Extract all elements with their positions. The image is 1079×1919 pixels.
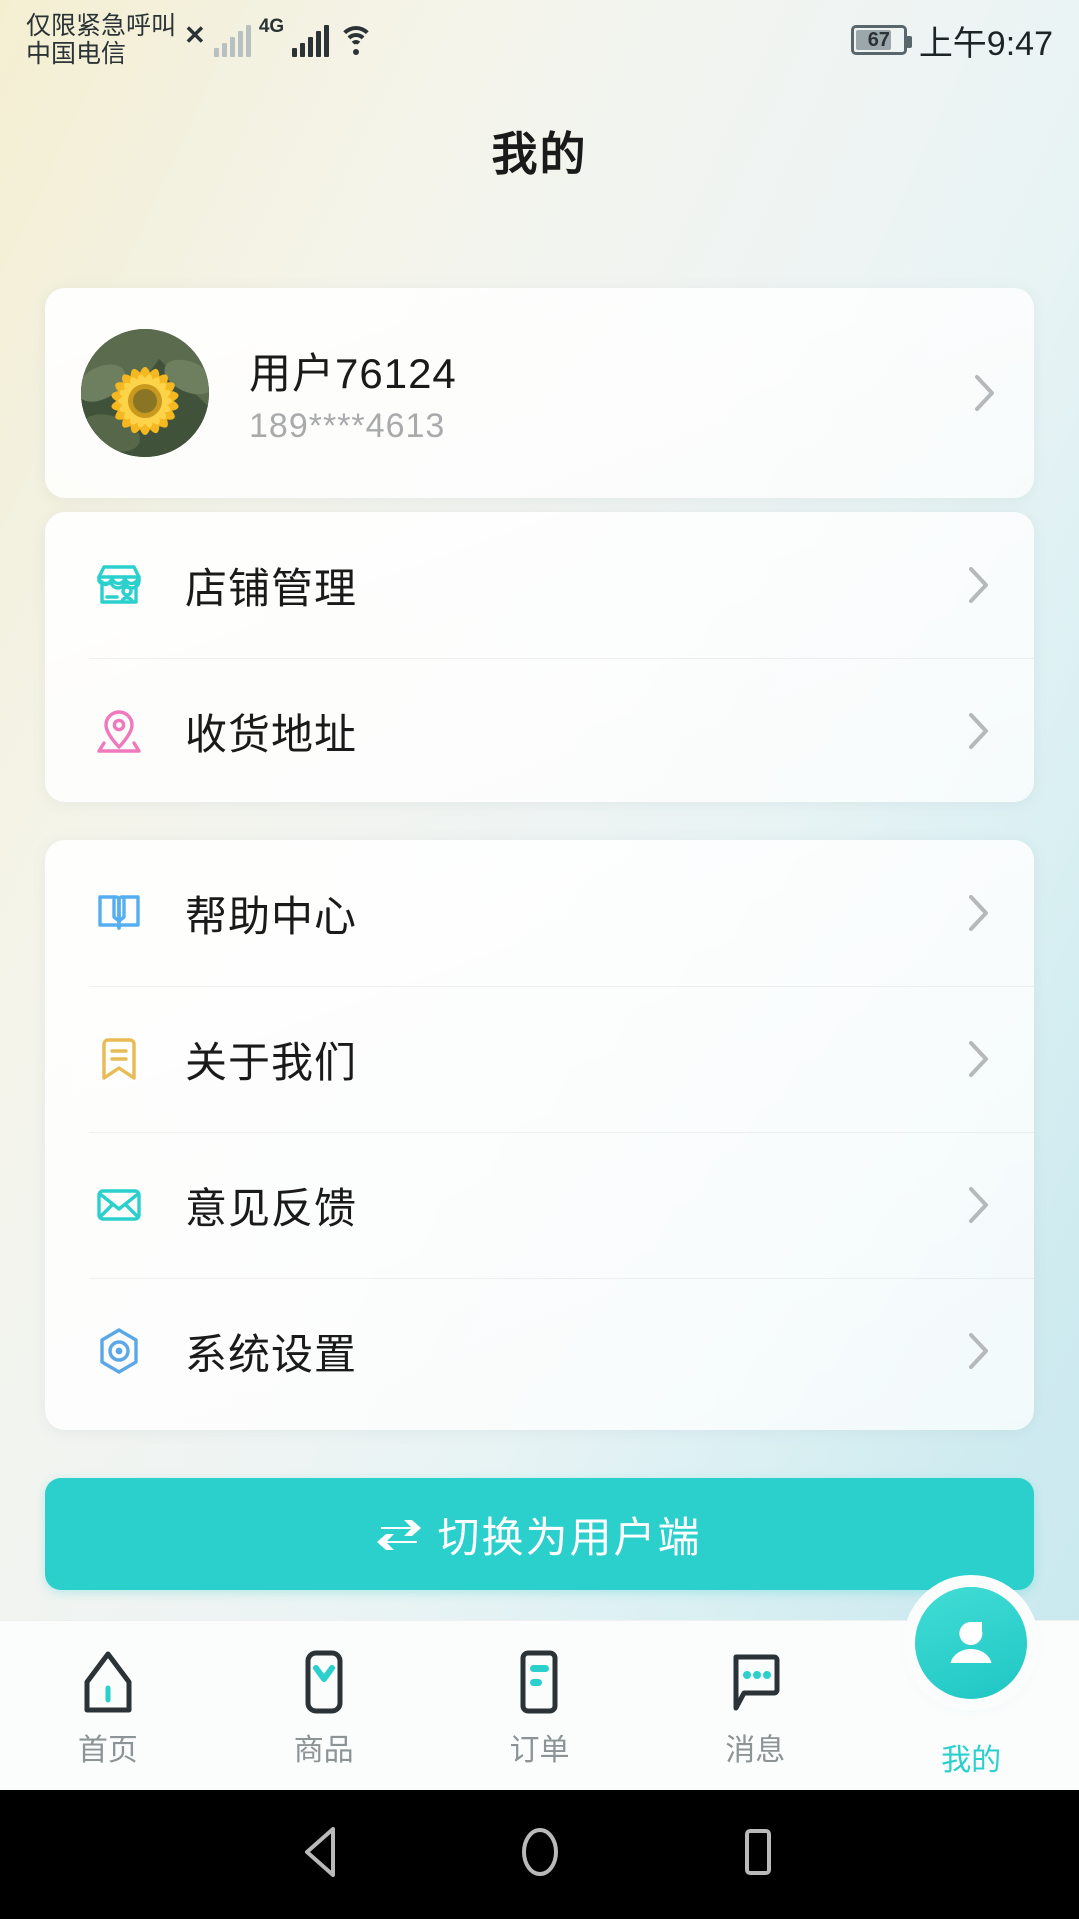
chevron-right-icon xyxy=(968,1186,990,1224)
product-icon xyxy=(295,1643,353,1721)
recents-square-icon[interactable] xyxy=(735,1824,781,1885)
app-screen: 仅限紧急呼叫 中国电信 ✕ 4G 67 上午9:47 我的 用户76124 18… xyxy=(0,0,1079,1919)
menu-item-system-settings[interactable]: 系统设置 xyxy=(45,1278,1034,1424)
nav-item-products[interactable]: 商品 xyxy=(216,1621,432,1769)
network-type-label: 4G xyxy=(258,16,285,37)
status-bar-right: 67 上午9:47 xyxy=(850,16,1053,65)
clock-label: 上午9:47 xyxy=(918,24,1053,63)
nav-item-messages[interactable]: 消息 xyxy=(647,1621,863,1769)
chevron-right-icon xyxy=(968,894,990,932)
user-phone: 189****4613 xyxy=(249,407,446,445)
menu-item-shipping-address[interactable]: 收货地址 xyxy=(45,658,1034,802)
menu-item-store-management[interactable]: 店铺管理 xyxy=(45,512,1034,658)
swap-arrows-icon xyxy=(377,1514,422,1554)
menu-card-store: 店铺管理 收货地址 xyxy=(45,512,1034,802)
nav-item-profile[interactable]: 我的 xyxy=(863,1587,1079,1779)
switch-button-label: 切换为用户端 xyxy=(437,1513,702,1561)
nav-label: 商品 xyxy=(293,1734,354,1767)
chevron-right-icon xyxy=(968,1040,990,1078)
bottom-navigation-bar: 首页 商品 订单 消息 我的 xyxy=(0,1587,1079,1790)
back-triangle-icon[interactable] xyxy=(299,1824,345,1885)
menu-item-feedback[interactable]: 意见反馈 xyxy=(45,1132,1034,1278)
status-bar-left: 仅限紧急呼叫 中国电信 ✕ 4G xyxy=(26,12,375,68)
nav-item-home[interactable]: 首页 xyxy=(0,1621,216,1769)
chevron-right-icon xyxy=(974,374,996,412)
nav-label: 订单 xyxy=(509,1734,570,1767)
sim-no-service-icon: ✕ xyxy=(184,20,206,50)
chevron-right-icon xyxy=(968,712,990,750)
open-book-icon xyxy=(89,883,149,943)
envelope-icon xyxy=(89,1175,149,1235)
menu-label: 店铺管理 xyxy=(185,564,358,612)
battery-icon: 67 xyxy=(850,25,912,55)
page-title: 我的 xyxy=(491,128,588,180)
storefront-icon xyxy=(89,555,149,615)
wifi-icon xyxy=(337,24,375,56)
user-name: 用户76124 xyxy=(249,350,457,397)
menu-label: 帮助中心 xyxy=(185,892,358,940)
carrier-name-text: 中国电信 xyxy=(26,40,127,68)
menu-item-about-us[interactable]: 关于我们 xyxy=(45,986,1034,1132)
hexagon-gear-icon xyxy=(89,1321,149,1381)
signal-bars-sim1-icon xyxy=(213,23,251,57)
status-bar: 仅限紧急呼叫 中国电信 ✕ 4G 67 上午9:47 xyxy=(0,0,1079,80)
profile-card: 用户76124 189****4613 xyxy=(45,288,1034,498)
profile-row[interactable]: 用户76124 189****4613 xyxy=(45,288,1034,498)
person-icon xyxy=(915,1587,1028,1699)
location-pin-icon xyxy=(89,701,149,761)
android-system-nav xyxy=(0,1790,1079,1919)
emergency-calls-only-text: 仅限紧急呼叫 xyxy=(26,12,177,40)
bookmark-icon xyxy=(89,1029,149,1089)
message-bubble-icon xyxy=(724,1643,786,1721)
chevron-right-icon xyxy=(968,1332,990,1370)
menu-label: 收货地址 xyxy=(185,710,358,758)
nav-label: 首页 xyxy=(77,1734,138,1767)
profile-text: 用户76124 189****4613 xyxy=(249,340,1000,446)
order-list-icon xyxy=(510,1643,568,1721)
menu-item-help-center[interactable]: 帮助中心 xyxy=(45,840,1034,986)
home-icon xyxy=(77,1643,139,1721)
signal-bars-sim2-icon xyxy=(292,23,330,57)
avatar[interactable] xyxy=(81,329,209,457)
battery-percent-label: 67 xyxy=(867,28,890,51)
nav-label: 消息 xyxy=(725,1734,786,1767)
menu-label: 系统设置 xyxy=(185,1330,358,1378)
menu-label: 关于我们 xyxy=(185,1038,358,1086)
home-circle-icon[interactable] xyxy=(515,1824,565,1885)
switch-to-customer-button[interactable]: 切换为用户端 xyxy=(45,1478,1034,1590)
nav-label: 我的 xyxy=(941,1744,1002,1777)
menu-label: 意见反馈 xyxy=(185,1184,358,1232)
nav-item-orders[interactable]: 订单 xyxy=(432,1621,648,1769)
menu-card-general: 帮助中心 关于我们 意见反馈 系统设置 xyxy=(45,840,1034,1430)
chevron-right-icon xyxy=(968,566,990,604)
carrier-info: 仅限紧急呼叫 中国电信 xyxy=(26,12,176,68)
